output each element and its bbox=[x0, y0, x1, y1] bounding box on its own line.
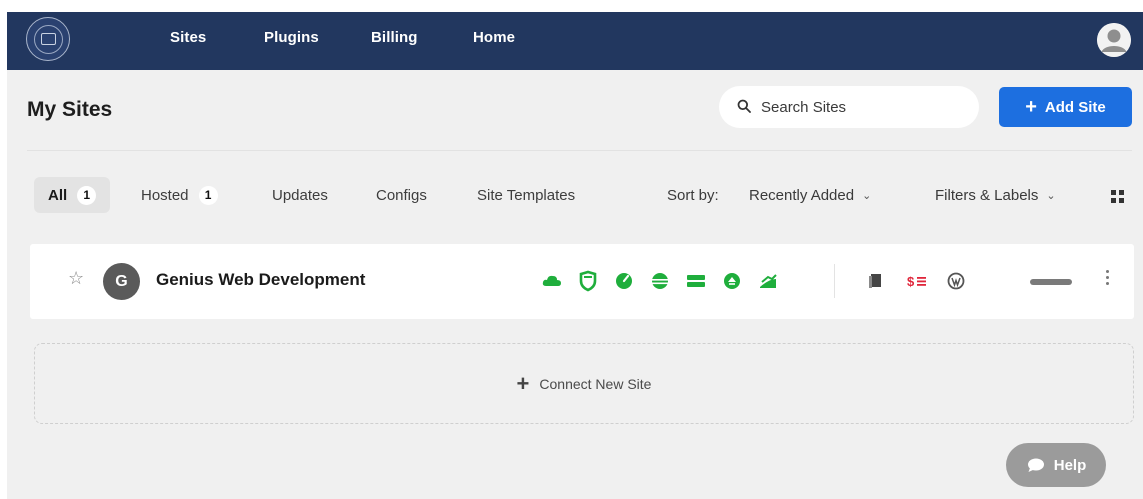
tab-all[interactable]: All 1 bbox=[34, 177, 111, 213]
connect-new-site-button[interactable]: + Connect New Site bbox=[34, 343, 1134, 424]
nav-plugins[interactable]: Plugins bbox=[264, 29, 319, 46]
add-site-label: Add Site bbox=[1044, 98, 1106, 116]
sort-value: Recently Added bbox=[749, 187, 855, 204]
filters-label: Filters & Labels bbox=[935, 187, 1039, 204]
chevron-down-icon: ⌄ bbox=[862, 190, 872, 202]
site-name[interactable]: Genius Web Development bbox=[156, 270, 365, 290]
tab-all-count-badge: 1 bbox=[77, 185, 97, 205]
copy-icon[interactable] bbox=[866, 270, 886, 292]
icon-divider bbox=[834, 264, 835, 298]
search-input[interactable] bbox=[761, 96, 961, 118]
help-label: Help bbox=[1053, 456, 1087, 474]
search-box[interactable] bbox=[719, 86, 979, 128]
add-site-button[interactable]: + Add Site bbox=[999, 87, 1132, 127]
brand-logo-icon[interactable] bbox=[26, 17, 70, 61]
grid-view-icon[interactable] bbox=[1111, 190, 1125, 204]
site-avatar: G bbox=[103, 263, 140, 300]
sort-by-label: Sort by: bbox=[667, 187, 719, 204]
plus-icon: + bbox=[1025, 96, 1037, 118]
billing-icon[interactable]: $ bbox=[906, 270, 926, 292]
server-icon[interactable] bbox=[686, 270, 706, 292]
chart-icon[interactable] bbox=[758, 270, 778, 292]
page-title: My Sites bbox=[27, 98, 113, 121]
site-tool-icons: $ bbox=[866, 270, 966, 292]
app-frame: Sites Plugins Billing Home My Sites + Ad… bbox=[7, 12, 1143, 499]
site-row[interactable]: ☆ G Genius Web Development $ bbox=[30, 244, 1134, 319]
more-options-icon[interactable] bbox=[1102, 267, 1112, 295]
globe-icon[interactable] bbox=[650, 270, 670, 292]
filters-labels-dropdown[interactable]: Filters & Labels ⌄ bbox=[935, 187, 1056, 204]
plus-icon: + bbox=[516, 370, 530, 396]
chat-bubble-icon bbox=[1027, 458, 1044, 472]
shield-icon[interactable] bbox=[578, 270, 598, 292]
connect-new-site-label: Connect New Site bbox=[539, 375, 652, 392]
help-button[interactable]: Help bbox=[1006, 443, 1106, 487]
tab-hosted-label: Hosted bbox=[141, 186, 189, 204]
nav-billing[interactable]: Billing bbox=[371, 29, 418, 46]
tab-updates[interactable]: Updates bbox=[272, 177, 328, 213]
sync-icon[interactable] bbox=[722, 270, 742, 292]
nav-home[interactable]: Home bbox=[473, 29, 515, 46]
chevron-down-icon: ⌄ bbox=[1046, 190, 1056, 202]
search-icon bbox=[737, 99, 751, 113]
site-status-icons bbox=[542, 270, 778, 292]
gauge-icon[interactable] bbox=[614, 270, 634, 292]
header-divider bbox=[27, 150, 1132, 151]
tab-site-templates[interactable]: Site Templates bbox=[477, 177, 575, 213]
wordpress-icon[interactable] bbox=[946, 270, 966, 292]
sort-dropdown[interactable]: Recently Added ⌄ bbox=[749, 187, 871, 204]
top-navbar: Sites Plugins Billing Home bbox=[7, 12, 1143, 70]
tab-all-label: All bbox=[48, 186, 68, 204]
tab-hosted-count-badge: 1 bbox=[198, 185, 218, 205]
site-status-bar bbox=[1030, 279, 1072, 285]
tab-configs[interactable]: Configs bbox=[376, 177, 427, 213]
nav-sites[interactable]: Sites bbox=[170, 29, 206, 46]
tab-hosted[interactable]: Hosted 1 bbox=[141, 177, 218, 213]
svg-text:$: $ bbox=[907, 274, 915, 289]
cloud-icon[interactable] bbox=[542, 270, 562, 292]
user-avatar-icon[interactable] bbox=[1097, 23, 1131, 57]
star-icon[interactable]: ☆ bbox=[68, 268, 84, 289]
